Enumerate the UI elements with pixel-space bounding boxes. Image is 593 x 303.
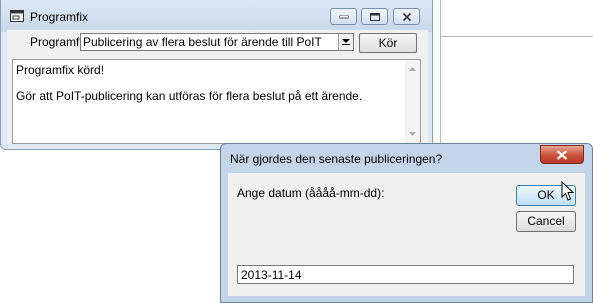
dialog-client-area: Ange datum (åååå-mm-dd): OK Cancel 2013-… xyxy=(228,173,585,296)
close-icon xyxy=(402,12,411,21)
date-input[interactable]: 2013-11-14 xyxy=(237,265,574,284)
app-window-icon xyxy=(10,10,24,22)
programfix-window: Programfix Programfix Publicering av fle… xyxy=(0,0,433,150)
scroll-down-icon[interactable] xyxy=(409,132,416,136)
dialog-close-button[interactable] xyxy=(540,145,584,164)
maximize-button[interactable] xyxy=(361,8,388,25)
programfix-select-value: Publicering av flera beslut för ärende t… xyxy=(83,35,322,49)
mouse-cursor-icon xyxy=(561,181,574,201)
scroll-up-icon[interactable] xyxy=(409,67,416,71)
chevron-down-icon xyxy=(342,39,350,45)
output-line-2: Gör att PoIT-publicering kan utföras för… xyxy=(16,89,363,103)
background-window-divider xyxy=(440,36,593,37)
date-dialog: När gjordes den senaste publiceringen? A… xyxy=(220,143,593,303)
window-title: Programfix xyxy=(30,10,89,24)
vertical-scrollbar[interactable] xyxy=(405,60,420,143)
date-input-value: 2013-11-14 xyxy=(241,268,302,282)
close-button[interactable] xyxy=(393,8,420,25)
programfix-select[interactable]: Publicering av flera beslut för ärende t… xyxy=(80,33,354,51)
output-textarea[interactable]: Programfix körd! Gör att PoIT-publicerin… xyxy=(12,59,421,144)
minimize-button[interactable] xyxy=(330,8,357,25)
maximize-icon xyxy=(369,12,380,21)
title-bar[interactable]: Programfix xyxy=(1,0,432,32)
cancel-button[interactable]: Cancel xyxy=(516,211,576,232)
window-client-area: Programfix Publicering av flera beslut f… xyxy=(7,30,428,144)
date-prompt-label: Ange datum (åååå-mm-dd): xyxy=(237,186,385,200)
output-line-1: Programfix körd! xyxy=(16,63,105,77)
run-button[interactable]: Kör xyxy=(359,33,417,53)
dialog-title: När gjordes den senaste publiceringen? xyxy=(230,152,443,166)
dropdown-button[interactable] xyxy=(338,34,353,50)
close-icon xyxy=(556,150,568,160)
minimize-icon xyxy=(339,15,348,18)
